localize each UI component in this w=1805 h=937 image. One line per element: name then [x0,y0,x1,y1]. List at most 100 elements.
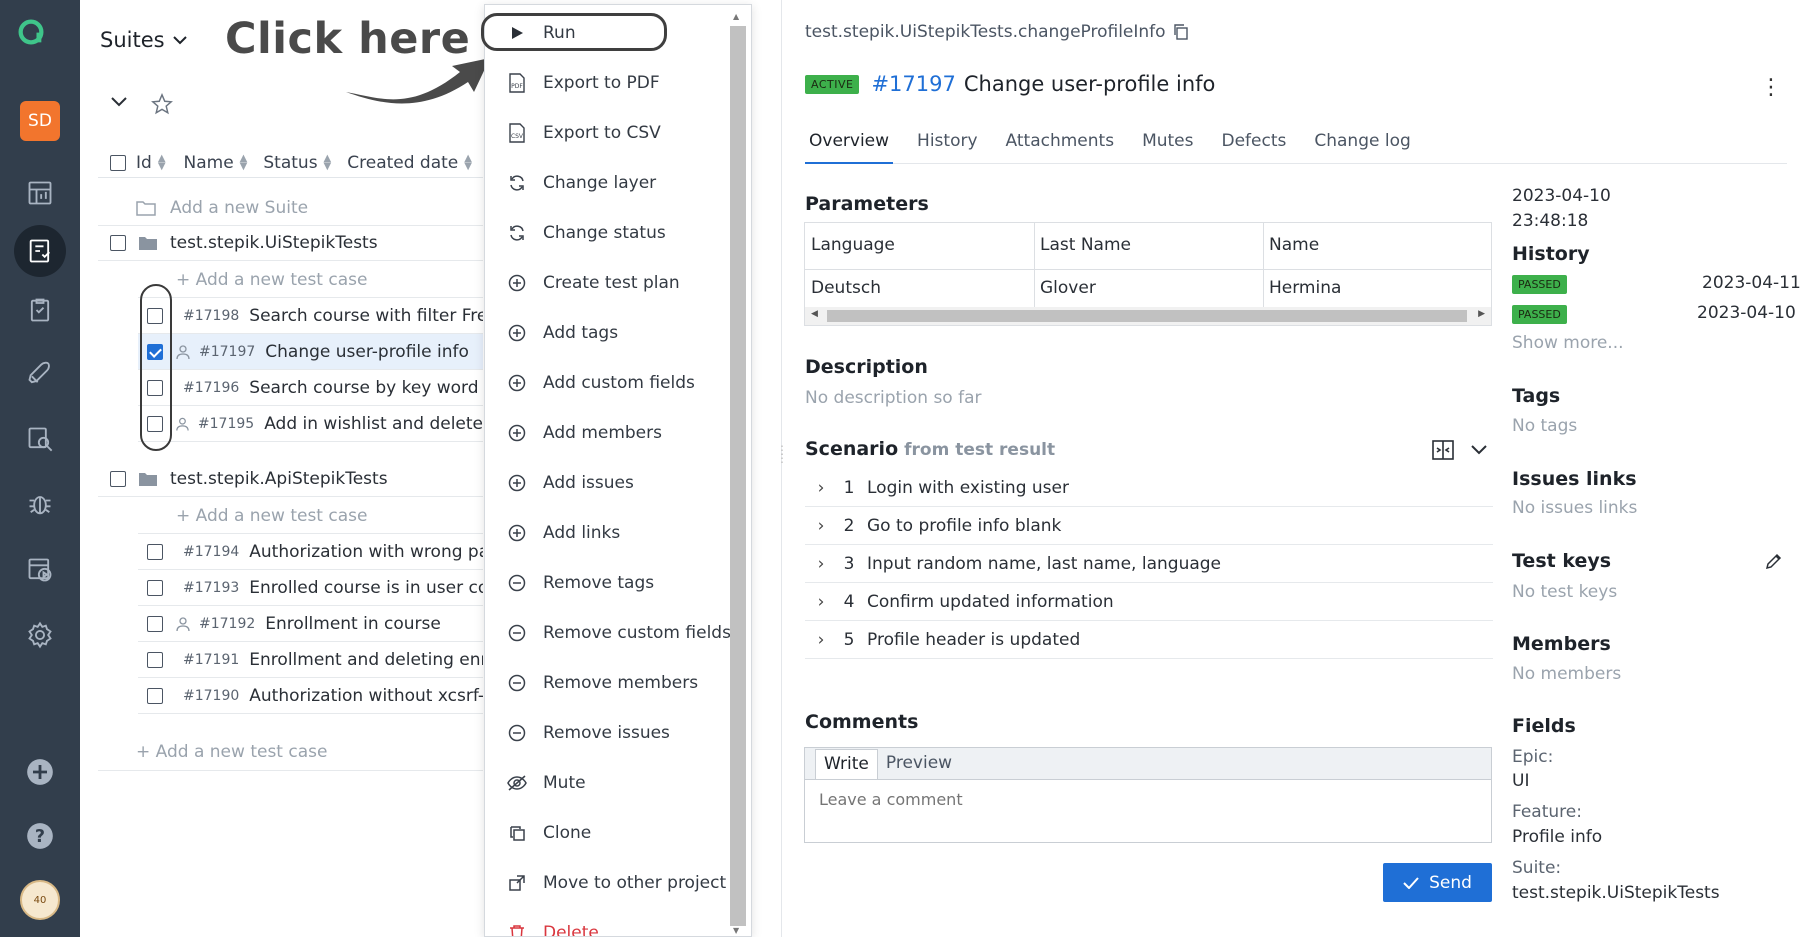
collapse-chevron-icon[interactable] [111,96,127,108]
column-status[interactable]: Status ▲ ▼ [263,153,331,173]
add-test-case-row[interactable]: + Add a new test case [138,262,483,298]
star-icon[interactable] [151,93,173,115]
scenario-step[interactable]: › 2 Go to profile info blank [805,507,1493,545]
edit-icon[interactable] [1764,551,1784,571]
scenario-step[interactable]: › 1 Login with existing user [805,469,1493,507]
menu-item-add-members[interactable]: Add members [507,418,662,448]
user-avatar[interactable]: 40 [20,880,60,920]
suite-checkbox[interactable] [110,234,126,251]
logo-icon[interactable] [17,18,45,46]
status-badge-passed[interactable]: PASSED [1512,275,1567,294]
chevron-down-icon[interactable] [1471,444,1487,456]
column-created[interactable]: Created date ▲ ▼ [347,153,472,173]
table-row[interactable]: #17191 Enrollment and deleting enrollmen… [138,642,483,678]
menu-item-move[interactable]: Move to other project [507,868,726,898]
scroll-down-icon[interactable]: ▼ [733,926,739,935]
add-test-case-row[interactable]: + Add a new test case [138,498,483,534]
scenario-step[interactable]: › 5 Profile header is updated [805,621,1493,659]
row-checkbox[interactable] [147,579,163,596]
table-row[interactable]: #17194 Authorization with wrong password [138,534,483,570]
tab-preview[interactable]: Preview [878,749,960,779]
show-more-link[interactable]: Show more... [1512,333,1624,353]
history-date[interactable]: 2023-04-10 [1697,303,1796,323]
dashboard-icon[interactable] [20,173,60,213]
scroll-left-icon[interactable]: ◀ [811,309,818,319]
chevron-right-icon[interactable]: › [811,478,831,498]
chevron-right-icon[interactable]: › [811,630,831,650]
row-checkbox[interactable] [147,651,163,668]
menu-item-add-issues[interactable]: Add issues [507,468,634,498]
table-row[interactable]: #17192 Enrollment in course [138,606,483,642]
suite-row[interactable]: test.stepik.ApiStepikTests [98,461,483,497]
jobs-icon[interactable] [20,550,60,590]
row-checkbox[interactable] [147,687,163,704]
tab-mutes[interactable]: Mutes [1138,131,1197,164]
test-cases-icon[interactable] [14,225,66,277]
scenario-step[interactable]: › 4 Confirm updated information [805,583,1493,621]
launches-icon[interactable] [20,354,60,394]
resize-handle-icon[interactable]: ⋮ ⋮ [776,444,788,496]
column-id[interactable]: Id ▲ ▼ [136,153,166,173]
help-icon[interactable]: ? [20,816,60,856]
copy-icon[interactable] [1172,23,1190,41]
menu-item-change-status[interactable]: Change status [507,218,666,248]
row-checkbox[interactable] [147,615,163,632]
suite-checkbox[interactable] [110,470,126,487]
menu-item-remove-issues[interactable]: Remove issues [507,718,670,748]
tab-attachments[interactable]: Attachments [1002,131,1119,164]
suite-row[interactable]: test.stepik.UiStepikTests [98,225,483,261]
comment-input[interactable] [805,780,1491,840]
menu-item-export-csv[interactable]: CSV Export to CSV [507,118,661,148]
tab-write[interactable]: Write [815,749,878,779]
table-row[interactable]: #17195 Add in wishlist and delete [138,406,483,442]
menu-item-change-layer[interactable]: Change layer [507,168,656,198]
menu-item-remove-custom-fields[interactable]: Remove custom fields [507,618,731,648]
table-row[interactable]: #17196 Search course by key word and [138,370,483,406]
table-row[interactable]: #17193 Enrolled course is in user course [138,570,483,606]
chevron-right-icon[interactable]: › [811,516,831,536]
menu-item-clone[interactable]: Clone [507,818,591,848]
scroll-thumb[interactable] [827,310,1467,322]
test-plans-icon[interactable] [20,290,60,330]
tab-history[interactable]: History [913,131,981,164]
menu-item-mute[interactable]: Mute [507,768,586,798]
send-button[interactable]: Send [1383,863,1492,902]
scenario-step[interactable]: › 3 Input random name, last name, langua… [805,545,1493,583]
suites-dropdown[interactable]: Suites [100,28,187,52]
table-row[interactable]: #17198 Search course with filter Free [138,298,483,334]
scroll-up-icon[interactable]: ▲ [733,12,739,21]
menu-item-remove-members[interactable]: Remove members [507,668,698,698]
chevron-right-icon[interactable]: › [811,592,831,612]
menu-item-add-tags[interactable]: Add tags [507,318,618,348]
table-row-selected[interactable]: #17197 Change user-profile info [138,334,483,370]
swap-layout-icon[interactable] [1431,438,1455,462]
settings-icon[interactable] [20,615,60,655]
tab-overview[interactable]: Overview [805,131,894,164]
history-date[interactable]: 2023-04-11 [1702,273,1801,293]
menu-item-delete[interactable]: Delete [507,918,599,936]
parameters-hscroll[interactable]: ◀ ▶ [805,307,1491,325]
menu-item-export-pdf[interactable]: PDF Export to PDF [507,68,660,98]
select-all-checkbox[interactable] [110,154,126,171]
analytics-icon[interactable] [20,419,60,459]
menu-item-remove-tags[interactable]: Remove tags [507,568,654,598]
test-case-id[interactable]: #17197 [871,72,955,96]
menu-item-add-links[interactable]: Add links [507,518,620,548]
menu-item-add-custom-fields[interactable]: Add custom fields [507,368,695,398]
defects-icon[interactable] [20,484,60,524]
add-test-case-bottom-row[interactable]: + Add a new test case [98,733,483,771]
menu-item-create-test-plan[interactable]: Create test plan [507,268,680,298]
row-checkbox[interactable] [147,543,163,560]
status-badge-passed[interactable]: PASSED [1512,305,1567,324]
scroll-right-icon[interactable]: ▶ [1478,309,1485,319]
tab-defects[interactable]: Defects [1218,131,1291,164]
more-options-icon[interactable]: ⋮ [1760,75,1782,100]
column-name[interactable]: Name ▲ ▼ [184,153,248,173]
chevron-right-icon[interactable]: › [811,554,831,574]
project-avatar[interactable]: SD [20,101,60,141]
add-suite-row[interactable]: Add a new Suite [98,190,483,226]
add-icon[interactable] [20,752,60,792]
tab-change-log[interactable]: Change log [1310,131,1414,164]
table-row[interactable]: #17190 Authorization without xcsrf-token [138,678,483,714]
menu-scrollbar[interactable] [730,26,746,926]
